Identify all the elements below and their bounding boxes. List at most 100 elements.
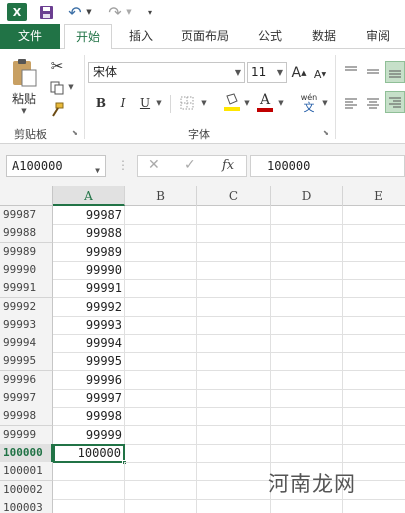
table-cell[interactable] [271, 352, 343, 372]
table-cell[interactable] [271, 443, 343, 463]
table-cell[interactable] [197, 206, 271, 225]
formula-input[interactable]: 100000 [250, 155, 405, 177]
redo-icon[interactable]: ↷ [106, 3, 124, 22]
paste-dropdown-icon[interactable]: ▼ [8, 106, 40, 116]
table-cell[interactable] [343, 224, 405, 244]
table-cell[interactable] [271, 315, 343, 335]
active-cell[interactable]: 100000 [53, 443, 125, 463]
table-cell[interactable] [271, 260, 343, 280]
column-header-c[interactable]: C [197, 186, 271, 206]
copy-icon[interactable] [48, 79, 66, 97]
row-header[interactable]: 99993 [0, 315, 53, 335]
table-cell[interactable] [271, 224, 343, 244]
tab-formulas[interactable]: 公式 [248, 24, 292, 49]
table-cell[interactable] [53, 480, 125, 500]
row-header[interactable]: 99990 [0, 260, 53, 280]
border-dropdown-icon[interactable]: ▼ [200, 97, 208, 109]
table-cell[interactable] [125, 352, 197, 372]
table-cell[interactable] [125, 206, 197, 225]
table-cell[interactable] [271, 389, 343, 408]
table-cell[interactable]: 99995 [53, 352, 125, 372]
table-cell[interactable] [197, 443, 271, 463]
fill-color-dropdown-icon[interactable]: ▼ [243, 97, 251, 109]
row-header[interactable]: 99992 [0, 297, 53, 317]
table-cell[interactable] [271, 370, 343, 390]
table-cell[interactable] [343, 499, 405, 513]
underline-dropdown-icon[interactable]: ▼ [155, 97, 163, 109]
table-cell[interactable] [125, 480, 197, 500]
fill-color-icon[interactable] [222, 91, 242, 113]
column-header-a[interactable]: A [53, 186, 125, 206]
align-middle-icon[interactable] [363, 61, 383, 81]
table-cell[interactable] [125, 370, 197, 390]
table-cell[interactable]: 99994 [53, 334, 125, 354]
table-cell[interactable] [125, 334, 197, 354]
table-cell[interactable] [343, 371, 405, 390]
table-cell[interactable] [125, 297, 197, 317]
bold-button[interactable]: B [92, 93, 110, 113]
column-header-b[interactable]: B [125, 186, 197, 206]
align-top-icon[interactable] [341, 61, 361, 81]
table-cell[interactable] [343, 426, 405, 445]
table-cell[interactable] [197, 260, 271, 280]
row-header[interactable]: 99998 [0, 407, 53, 427]
table-cell[interactable] [125, 407, 197, 427]
table-cell[interactable] [125, 315, 197, 335]
table-cell[interactable] [343, 298, 405, 317]
align-right-icon[interactable] [385, 91, 405, 113]
row-header[interactable]: 100003 [0, 498, 53, 513]
table-cell[interactable] [343, 279, 405, 299]
font-size-select[interactable]: 11 ▼ [247, 62, 287, 83]
format-painter-icon[interactable] [48, 101, 66, 119]
undo-dropdown-icon[interactable]: ▼ [85, 3, 93, 21]
customize-qat-icon[interactable]: ▾ [145, 3, 155, 21]
save-icon[interactable] [38, 3, 54, 21]
table-cell[interactable] [343, 206, 405, 225]
underline-button[interactable]: U [136, 93, 154, 113]
insert-function-icon[interactable]: fx [222, 158, 234, 173]
align-bottom-icon[interactable] [385, 61, 405, 83]
row-header[interactable]: 99994 [0, 334, 53, 354]
table-cell[interactable] [343, 389, 405, 408]
undo-icon[interactable]: ↶ [66, 3, 84, 22]
table-cell[interactable] [343, 407, 405, 427]
table-cell[interactable]: 99991 [53, 279, 125, 299]
table-cell[interactable] [271, 334, 343, 354]
chevron-down-icon[interactable]: ▼ [95, 161, 100, 181]
table-cell[interactable] [197, 352, 271, 372]
tab-file[interactable]: 文件 [0, 24, 60, 49]
table-cell[interactable] [125, 443, 197, 463]
table-cell[interactable] [343, 444, 405, 463]
row-header[interactable]: 100001 [0, 462, 53, 482]
row-header[interactable]: 99996 [0, 370, 53, 390]
font-color-icon[interactable]: A [255, 91, 275, 113]
table-cell[interactable] [197, 297, 271, 317]
table-cell[interactable] [271, 407, 343, 427]
enter-icon[interactable]: ✓ [184, 157, 196, 173]
row-header[interactable]: 99987 [0, 206, 53, 225]
tab-page-layout[interactable]: 页面布局 [172, 24, 238, 49]
table-cell[interactable] [125, 425, 197, 445]
table-cell[interactable] [197, 389, 271, 408]
tab-home[interactable]: 开始 [64, 24, 112, 50]
column-header-d[interactable]: D [271, 186, 343, 206]
row-header[interactable]: 99989 [0, 242, 53, 262]
table-cell[interactable] [343, 243, 405, 262]
table-cell[interactable]: 99988 [53, 224, 125, 244]
table-cell[interactable] [197, 242, 271, 262]
table-cell[interactable]: 99997 [53, 389, 125, 408]
table-cell[interactable] [271, 279, 343, 299]
table-cell[interactable]: 99987 [53, 206, 125, 225]
clipboard-launcher-icon[interactable]: ⬊ [72, 129, 80, 137]
table-cell[interactable] [125, 242, 197, 262]
table-cell[interactable] [53, 498, 125, 513]
table-cell[interactable] [197, 315, 271, 335]
row-header[interactable]: 99988 [0, 224, 53, 244]
grip-icon[interactable]: ⋮ [117, 158, 129, 172]
align-center-icon[interactable] [363, 93, 383, 113]
table-cell[interactable] [125, 224, 197, 244]
table-cell[interactable] [197, 462, 271, 482]
table-cell[interactable]: 99992 [53, 297, 125, 317]
worksheet-grid[interactable]: A B C D E 99987 99987 99988 99988 99989 99989… [0, 186, 405, 513]
row-header[interactable]: 100002 [0, 480, 53, 500]
